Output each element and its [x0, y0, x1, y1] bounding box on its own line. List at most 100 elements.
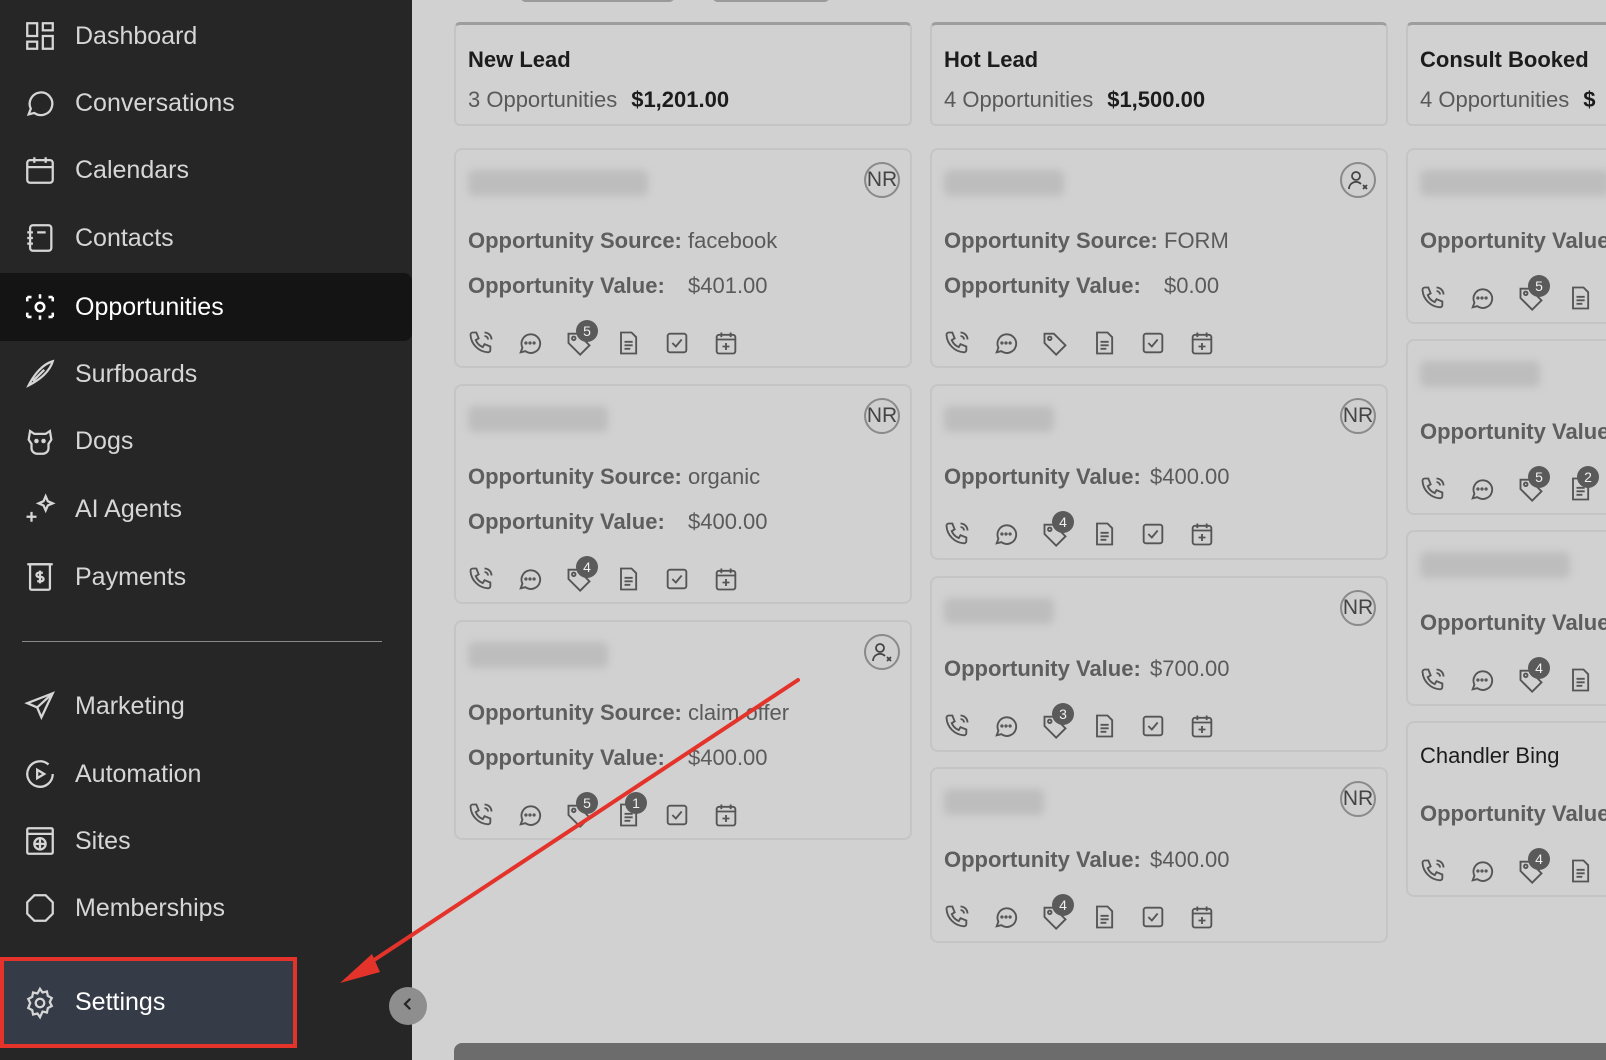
- task-icon[interactable]: [662, 328, 692, 358]
- sidebar-item-dashboard[interactable]: Dashboard: [0, 3, 412, 69]
- payments-icon: [22, 559, 58, 595]
- message-icon[interactable]: [991, 328, 1021, 358]
- tag-icon[interactable]: 4: [1516, 657, 1550, 695]
- filter-tab[interactable]: [520, 0, 675, 2]
- sidebar-item-marketing[interactable]: Marketing: [0, 673, 412, 739]
- tag-icon[interactable]: 4: [1516, 848, 1550, 886]
- note-icon[interactable]: [613, 564, 643, 594]
- avatar[interactable]: NR: [1340, 781, 1376, 817]
- phone-icon[interactable]: [942, 328, 972, 358]
- sidebar-item-payments[interactable]: Payments: [0, 544, 412, 610]
- phone-icon[interactable]: [466, 564, 496, 594]
- note-icon[interactable]: [1089, 902, 1119, 932]
- sidebar-item-automation[interactable]: Automation: [0, 741, 412, 807]
- phone-icon[interactable]: [466, 328, 496, 358]
- collapse-sidebar-button[interactable]: [389, 987, 427, 1025]
- sidebar-item-calendars[interactable]: Calendars: [0, 137, 412, 203]
- opportunity-card[interactable]: Chandler Bing Opportunity Value: 4: [1406, 721, 1606, 897]
- note-count-badge: 1: [625, 792, 647, 814]
- tag-icon[interactable]: 4: [564, 556, 598, 594]
- sidebar-item-surfboards[interactable]: Surfboards: [0, 341, 412, 407]
- phone-icon[interactable]: [942, 519, 972, 549]
- opportunity-card[interactable]: NR Opportunity Value: $700.00 3: [930, 576, 1388, 752]
- opportunity-card[interactable]: NR Opportunity Value: $400.00 4: [930, 767, 1388, 943]
- calendar-add-icon[interactable]: [1187, 328, 1217, 358]
- tag-count-badge: 4: [576, 556, 598, 578]
- avatar[interactable]: NR: [1340, 590, 1376, 626]
- tag-icon[interactable]: 3: [1040, 703, 1074, 741]
- horizontal-scrollbar[interactable]: [454, 1043, 1606, 1060]
- opportunity-card[interactable]: NR Opportunity Source: organic Opportunit…: [454, 384, 912, 604]
- phone-icon[interactable]: [1418, 856, 1448, 886]
- note-icon[interactable]: [1565, 856, 1595, 886]
- calendar-add-icon[interactable]: [711, 328, 741, 358]
- task-icon[interactable]: [662, 800, 692, 830]
- tag-icon[interactable]: 4: [1040, 511, 1074, 549]
- phone-icon[interactable]: [942, 711, 972, 741]
- phone-icon[interactable]: [942, 902, 972, 932]
- message-icon[interactable]: [1467, 665, 1497, 695]
- sidebar-item-ai-agents[interactable]: AI Agents: [0, 476, 412, 542]
- sidebar-item-memberships[interactable]: Memberships: [0, 875, 412, 941]
- calendar-add-icon[interactable]: [711, 800, 741, 830]
- phone-icon[interactable]: [1418, 283, 1448, 313]
- phone-icon[interactable]: [1418, 474, 1448, 504]
- tag-icon[interactable]: 5: [564, 792, 598, 830]
- sidebar-item-conversations[interactable]: Conversations: [0, 70, 412, 136]
- message-icon[interactable]: [991, 711, 1021, 741]
- message-icon[interactable]: [515, 800, 545, 830]
- avatar[interactable]: NR: [864, 398, 900, 434]
- task-icon[interactable]: [662, 564, 692, 594]
- task-icon[interactable]: [1138, 328, 1168, 358]
- opportunity-card[interactable]: Opportunity Source: claim offer Opportuni…: [454, 620, 912, 840]
- opportunity-card[interactable]: Opportunity Value: 5: [1406, 148, 1606, 324]
- message-icon[interactable]: [515, 564, 545, 594]
- sidebar-item-label: Automation: [75, 759, 202, 788]
- tag-icon[interactable]: 4: [1040, 894, 1074, 932]
- sidebar-item-opportunities[interactable]: Opportunities: [0, 273, 412, 341]
- task-icon[interactable]: [1138, 711, 1168, 741]
- tag-icon[interactable]: [1040, 328, 1070, 358]
- sidebar-item-contacts[interactable]: Contacts: [0, 205, 412, 271]
- note-icon[interactable]: [1089, 711, 1119, 741]
- opportunity-card[interactable]: NR Opportunity Source: facebook Opportuni…: [454, 148, 912, 368]
- message-icon[interactable]: [1467, 856, 1497, 886]
- message-icon[interactable]: [1467, 474, 1497, 504]
- task-icon[interactable]: [1138, 902, 1168, 932]
- opportunity-value-row: Opportunity Value: $400.00: [944, 464, 1230, 490]
- note-icon[interactable]: [1565, 283, 1595, 313]
- note-icon[interactable]: [613, 328, 643, 358]
- note-icon[interactable]: [1089, 328, 1119, 358]
- calendar-add-icon[interactable]: [1187, 519, 1217, 549]
- unassigned-user-icon[interactable]: [864, 634, 900, 670]
- unassigned-user-icon[interactable]: [1340, 162, 1376, 198]
- message-icon[interactable]: [1467, 283, 1497, 313]
- sidebar-item-dogs[interactable]: Dogs: [0, 408, 412, 474]
- card-actions: 3: [942, 703, 1236, 741]
- opportunity-card[interactable]: Opportunity Source: FORM Opportunity Valu…: [930, 148, 1388, 368]
- message-icon[interactable]: [991, 519, 1021, 549]
- task-icon[interactable]: [1138, 519, 1168, 549]
- tag-icon[interactable]: 5: [1516, 466, 1550, 504]
- note-icon[interactable]: [1565, 665, 1595, 695]
- calendar-add-icon[interactable]: [1187, 902, 1217, 932]
- tag-icon[interactable]: 5: [564, 320, 598, 358]
- phone-icon[interactable]: [466, 800, 496, 830]
- filter-tab[interactable]: [712, 0, 830, 2]
- opportunity-card[interactable]: Opportunity Value: 5 2: [1406, 339, 1606, 515]
- message-icon[interactable]: [991, 902, 1021, 932]
- calendar-add-icon[interactable]: [1187, 711, 1217, 741]
- tag-icon[interactable]: 5: [1516, 275, 1550, 313]
- calendar-add-icon[interactable]: [711, 564, 741, 594]
- note-icon[interactable]: 1: [613, 792, 647, 830]
- avatar[interactable]: NR: [1340, 398, 1376, 434]
- note-icon[interactable]: 2: [1565, 466, 1599, 504]
- note-icon[interactable]: [1089, 519, 1119, 549]
- message-icon[interactable]: [515, 328, 545, 358]
- phone-icon[interactable]: [1418, 665, 1448, 695]
- opportunity-card[interactable]: NR Opportunity Value: $400.00 4: [930, 384, 1388, 560]
- sidebar-item-sites[interactable]: Sites: [0, 808, 412, 874]
- field-label: Opportunity Value:: [944, 847, 1141, 872]
- opportunity-card[interactable]: Opportunity Value: 4: [1406, 530, 1606, 706]
- avatar[interactable]: NR: [864, 162, 900, 198]
